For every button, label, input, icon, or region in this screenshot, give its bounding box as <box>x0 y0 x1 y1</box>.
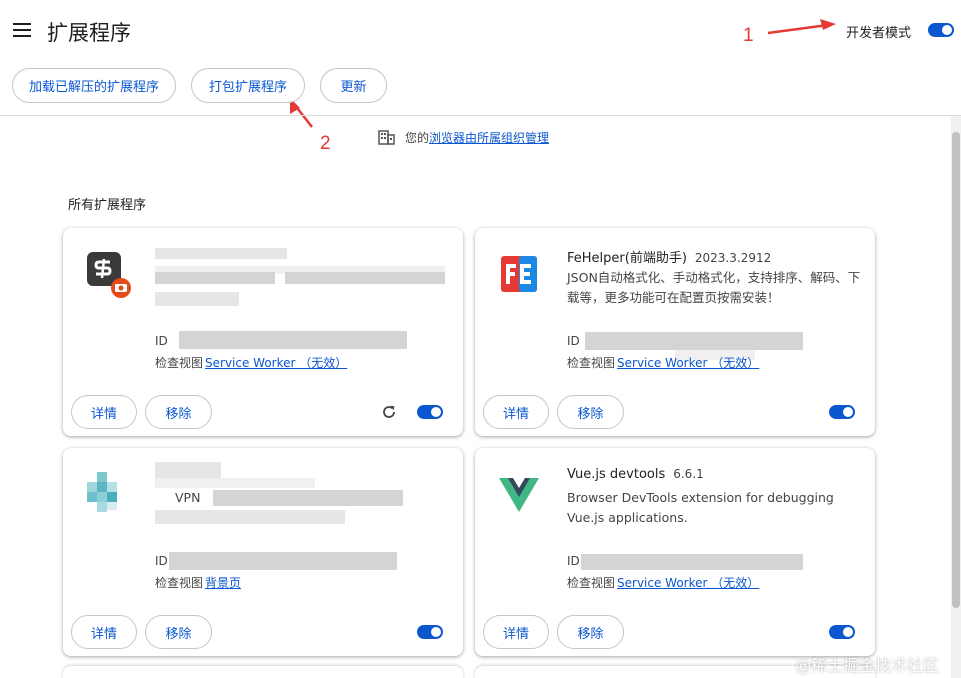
extension-description: JSON自动格式化、手动格式化，支持排序、解码、下载等，更多功能可在配置页按需安… <box>567 270 861 305</box>
inspect-views-label: 检查视图 <box>567 576 616 590</box>
extension-enable-toggle[interactable] <box>829 625 855 639</box>
redacted-desc <box>213 490 403 506</box>
inspect-views-link[interactable]: 背景页 <box>205 576 241 590</box>
extension-name-text: Vue.js devtools <box>567 467 666 482</box>
extension-description: VPN <box>175 490 201 505</box>
developer-mode-toggle[interactable] <box>928 23 954 37</box>
redacted-id <box>585 332 803 350</box>
redacted-name <box>155 248 287 259</box>
extension-id-label: ID <box>155 334 168 348</box>
extension-enable-toggle[interactable] <box>829 405 855 419</box>
extension-card: ID 检查视图 Service Worker （无效） 详情 移除 <box>63 228 463 436</box>
inspect-views-link[interactable]: Service Worker （无效） <box>617 576 759 590</box>
vpn-pixel-icon <box>87 472 117 512</box>
details-button[interactable]: 详情 <box>483 615 549 649</box>
update-button[interactable]: 更新 <box>320 68 387 103</box>
toolbar-divider <box>0 115 961 116</box>
scrollbar-thumb[interactable] <box>952 132 960 608</box>
inspect-views-link[interactable]: Service Worker （无效） <box>617 356 759 370</box>
page-title: 扩展程序 <box>47 21 131 45</box>
annotation-number-1: 1 <box>743 25 754 46</box>
fehelper-fe-icon <box>501 256 537 292</box>
remove-button[interactable]: 移除 <box>145 615 212 649</box>
redacted-desc <box>155 272 275 284</box>
details-button[interactable]: 详情 <box>71 395 137 429</box>
redacted-name <box>155 462 221 478</box>
extension-name: Vue.js devtools 6.6.1 <box>567 467 704 482</box>
building-icon <box>378 130 395 145</box>
redacted-id <box>169 552 397 570</box>
load-unpacked-button[interactable]: 加载已解压的扩展程序 <box>12 68 176 103</box>
extension-card-partial <box>63 666 463 678</box>
inspect-views-link[interactable]: Service Worker （无效） <box>205 356 347 370</box>
extension-id-label: ID <box>155 554 168 568</box>
extension-card: VPN ID 检查视图 背景页 详情 移除 <box>63 448 463 656</box>
extension-id-label: ID <box>567 334 580 348</box>
redacted-desc <box>285 272 445 284</box>
top-bar: 扩展程序 开发者模式 <box>0 0 961 60</box>
managed-notice: 您的 浏览器由所属组织管理 <box>378 129 549 146</box>
remove-button[interactable]: 移除 <box>557 615 624 649</box>
remove-button[interactable]: 移除 <box>557 395 624 429</box>
section-title: 所有扩展程序 <box>68 198 147 213</box>
inspect-views-label: 检查视图 <box>567 356 616 370</box>
annotation-number-2: 2 <box>320 133 331 154</box>
redacted-id <box>179 331 407 349</box>
redacted-id <box>581 554 803 570</box>
extension-id-label: ID <box>567 554 580 568</box>
managed-notice-link[interactable]: 浏览器由所属组织管理 <box>429 129 549 146</box>
reload-icon[interactable] <box>381 404 397 420</box>
sublime-screenshot-icon <box>87 252 131 298</box>
extension-name: FeHelper(前端助手) 2023.3.2912 <box>567 247 771 266</box>
inspect-views: 检查视图 背景页 <box>155 574 241 591</box>
redacted-desc <box>155 292 239 306</box>
extension-version: 6.6.1 <box>673 467 704 481</box>
inspect-views-label: 检查视图 <box>155 576 204 590</box>
inspect-views-label: 检查视图 <box>155 356 204 370</box>
extension-card: FeHelper(前端助手) 2023.3.2912 JSON自动格式化、手动格式… <box>475 228 875 436</box>
extension-card: Vue.js devtools 6.6.1 Browser DevTools ex… <box>475 448 875 656</box>
details-button[interactable]: 详情 <box>483 395 549 429</box>
extension-description: Browser DevTools extension for debugging… <box>567 490 834 525</box>
inspect-views: 检查视图 Service Worker （无效） <box>155 354 347 371</box>
pack-extension-button[interactable]: 打包扩展程序 <box>191 68 305 103</box>
managed-notice-prefix: 您的 <box>405 131 430 145</box>
extension-enable-toggle[interactable] <box>417 405 443 419</box>
inspect-views: 检查视图 Service Worker （无效） <box>567 354 759 371</box>
remove-button[interactable]: 移除 <box>145 395 212 429</box>
extension-name-text: FeHelper(前端助手) <box>567 251 687 266</box>
hamburger-menu-icon[interactable] <box>13 23 31 37</box>
inspect-views: 检查视图 Service Worker （无效） <box>567 574 759 591</box>
details-button[interactable]: 详情 <box>71 615 137 649</box>
extension-version: 2023.3.2912 <box>694 251 772 265</box>
extension-enable-toggle[interactable] <box>417 625 443 639</box>
redacted-desc <box>155 478 315 488</box>
watermark: @稀土掘金技术社区 <box>795 656 940 675</box>
vue-logo-icon <box>499 478 539 512</box>
redacted-desc <box>155 510 345 524</box>
developer-mode-label: 开发者模式 <box>846 26 912 41</box>
